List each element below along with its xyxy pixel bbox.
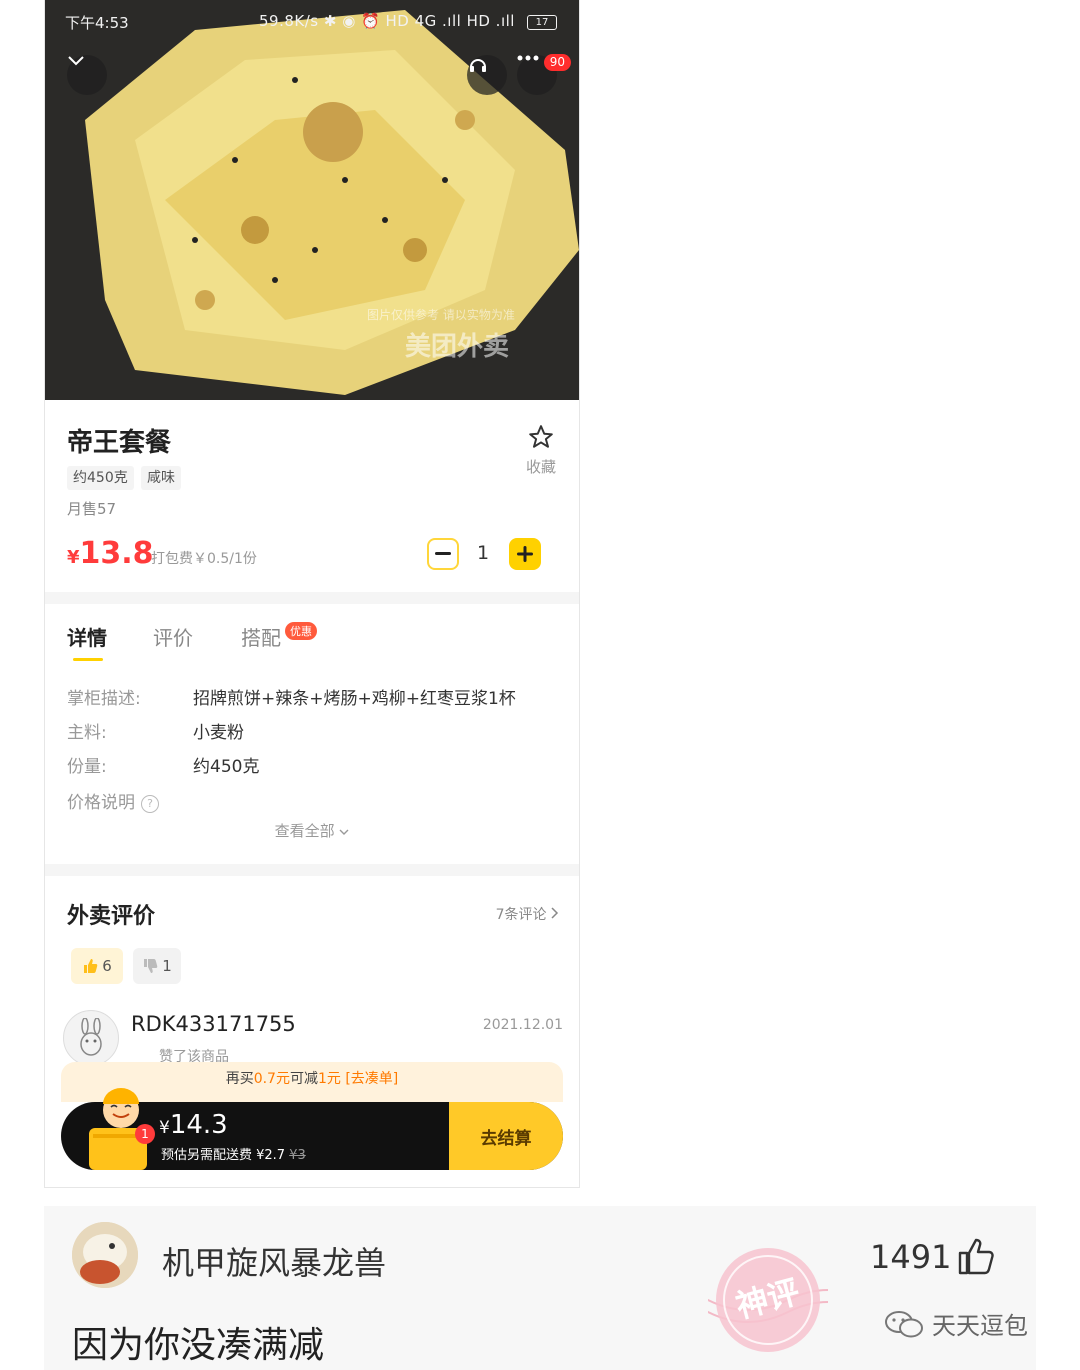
total-symbol: ¥ [159,1118,170,1138]
cart-total: ¥14.3 [159,1110,228,1140]
favorite-button[interactable]: 收藏 [523,424,559,477]
duck-avatar-icon [72,1222,138,1288]
brand-watermark: 天天逗包 [884,1306,1028,1341]
tab-details[interactable]: 详情 [67,622,107,651]
packing-fee: 打包费￥0.5/1份 [151,551,257,567]
favorite-label: 收藏 [525,458,556,476]
add-items-link[interactable]: [去凑单] [345,1071,398,1087]
kangaroo-icon [80,1018,102,1056]
comment-like-count: 1491 [870,1238,952,1276]
cart-count-badge: 1 [135,1124,155,1144]
tag-weight: 约450克 [67,466,134,490]
app-screenshot: 下午4:53 59.8K/s ✱ ◉ ⏰ HD 4G .ıll HD .ıll … [44,0,580,1188]
promo-discount: 1元 [317,1071,341,1087]
tab-combo[interactable]: 搭配 [241,622,281,651]
wechat-icon [885,1310,923,1337]
detail-label-portion: 份量: [67,757,107,777]
tag-flavor: 咸味 [141,466,181,490]
reviews-count-link[interactable]: 7条评论 [496,904,559,924]
view-all-label: 查看全部 [274,822,335,840]
combo-promo-badge: 优惠 [285,622,317,640]
decrease-quantity-button[interactable] [427,538,459,570]
active-tab-indicator [73,658,103,661]
price-symbol: ¥ [67,547,80,568]
customer-service-button[interactable] [467,55,507,95]
promo-amount: 0.7元 [253,1071,290,1087]
detail-value-description: 招牌煎饼+辣条+烤肠+鸡柳+红枣豆浆1杯 [193,689,516,709]
watermark-logo: 美团外卖 [405,332,510,362]
commenter-avatar [72,1222,138,1288]
message-count-badge: 90 [543,54,571,71]
view-all-link[interactable]: 查看全部 [45,820,579,841]
headset-icon [470,59,486,72]
star-icon [529,425,553,448]
thumbs-down-icon [144,959,158,973]
thumbs-up-icon [84,959,98,973]
price-note[interactable]: 价格说明? [67,788,159,813]
delivery-fee: 预估另需配送费 ¥2.7 ¥3 [161,1144,306,1163]
thumbs-up-icon[interactable] [956,1236,996,1276]
delivery-fee-text: 预估另需配送费 ¥2.7 [161,1148,286,1163]
status-indicators: 59.8K/s ✱ ◉ ⏰ HD 4G .ıll HD .ıll [259,12,515,30]
thumbs-up-filter[interactable]: 6 [71,948,123,984]
help-icon[interactable]: ? [141,795,159,813]
reviewer-name: RDK433171755 [131,1012,296,1036]
reviews-count: 7条评论 [495,907,547,923]
promo-mid: 可减 [289,1071,318,1087]
detail-label-ingredient: 主料: [67,723,107,743]
commenter-name: 机甲旋风暴龙兽 [162,1244,387,1282]
product-price: ¥13.8 [67,536,154,571]
detail-value-portion: 约450克 [193,757,260,777]
collapse-button[interactable] [67,55,107,95]
section-divider [45,592,579,604]
more-dots-icon [517,55,539,61]
thumbs-up-count: 6 [102,957,112,975]
quantity-value: 1 [477,542,490,564]
brand-name: 天天逗包 [932,1312,1028,1340]
delivery-fee-original: ¥3 [289,1148,306,1163]
detail-value-ingredient: 小麦粉 [193,723,244,743]
thumbs-down-count: 1 [162,957,172,975]
plus-icon [517,546,533,562]
status-time: 下午4:53 [65,14,129,32]
increase-quantity-button[interactable] [509,538,541,570]
total-value: 14.3 [169,1110,228,1140]
comment-card: 机甲旋风暴龙兽 1491 因为你没凑满减 神评 天天逗包 [44,1206,1036,1370]
chevron-down-icon [68,56,84,66]
price-value: 13.8 [79,536,154,571]
battery-icon: 17 [527,15,557,30]
tab-reviews[interactable]: 评价 [153,622,193,651]
monthly-sales: 月售57 [67,500,117,518]
reviews-title: 外卖评价 [67,904,156,929]
chevron-right-icon [551,907,559,919]
thumbs-down-filter[interactable]: 1 [133,948,181,984]
reviewer-avatar [63,1010,119,1066]
price-note-label: 价格说明 [67,793,135,813]
review-date: 2021.12.01 [482,1017,563,1033]
section-divider [45,864,579,876]
top-comment-stamp: 神评 [708,1248,828,1352]
product-name: 帝王套餐 [67,428,172,458]
promo-prefix: 再买 [225,1071,254,1087]
product-image: 下午4:53 59.8K/s ✱ ◉ ⏰ HD 4G .ıll HD .ıll … [45,0,579,400]
comment-text: 因为你没凑满减 [72,1325,325,1366]
status-bar: 下午4:53 59.8K/s ✱ ◉ ⏰ HD 4G .ıll HD .ıll … [45,8,579,36]
chevron-down-icon [339,829,349,835]
detail-label-description: 掌柜描述: [67,689,141,709]
checkout-button[interactable]: 去结算 [449,1102,563,1170]
minus-icon [435,552,451,555]
image-disclaimer: 图片仅供参考 请以实物为准 [367,308,515,322]
